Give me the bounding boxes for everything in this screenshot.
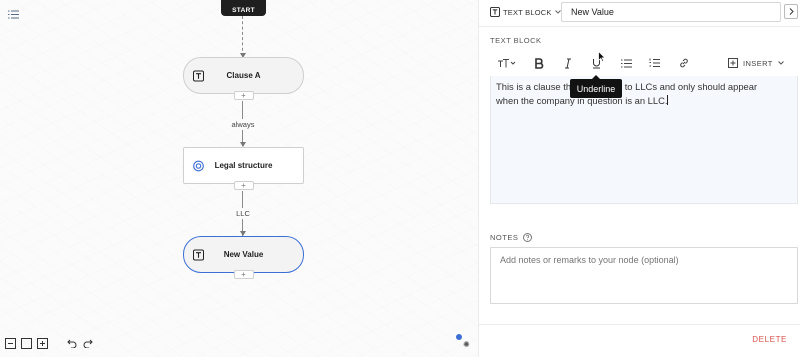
node-type-label: TEXT BLOCK [503,7,552,17]
theme-toggle-icon[interactable]: ✺ [463,340,470,349]
rich-text-toolbar: INSERT [490,51,792,75]
add-child-button[interactable]: + [233,270,254,279]
zoom-in-button[interactable] [36,337,48,349]
bold-icon [535,57,544,69]
redo-button[interactable] [82,337,94,349]
zoom-out-button[interactable] [4,337,16,349]
list-icon [7,10,19,18]
insert-dropdown[interactable]: INSERT [728,55,784,71]
tooltip-text: Underline [576,83,616,94]
underline-tooltip: Underline [570,75,622,98]
node-type-dropdown[interactable]: TEXT BLOCK [490,5,561,19]
add-child-button[interactable]: + [233,181,254,190]
chevron-down-icon [777,61,784,65]
chevron-down-icon [554,10,561,14]
target-icon [193,160,204,171]
mouse-cursor-icon [598,51,606,62]
edge-label[interactable]: always [229,119,257,130]
node-editor-panel: TEXT BLOCK TEXT BLOCK [478,0,800,357]
status-dot [456,334,462,340]
flow-canvas[interactable]: START Clause A + always Legal structure … [0,0,478,357]
text-block-icon [490,7,500,17]
undo-icon [67,339,77,348]
fit-view-icon [20,337,32,349]
text-block-editor[interactable]: This is a clause that is specific to LLC… [490,76,798,204]
divider [479,26,800,27]
zoom-out-icon [4,337,16,349]
undo-button[interactable] [66,337,78,349]
numbered-list-icon [649,58,660,67]
divider [479,324,800,325]
italic-icon [565,58,571,68]
section-label: TEXT BLOCK [490,36,542,45]
delete-node-button[interactable]: DELETE [752,335,787,344]
help-icon[interactable] [523,233,533,242]
start-node[interactable]: START [221,0,266,16]
notes-textarea[interactable] [490,247,798,304]
text-size-icon [498,58,516,67]
collapse-panel-button[interactable] [784,4,798,19]
outline-list-button[interactable] [4,5,22,23]
link-button[interactable] [676,55,692,71]
flow-node-legal-structure[interactable]: Legal structure + [183,147,304,190]
flow-node-new-value[interactable]: New Value + [183,236,304,279]
add-child-button[interactable]: + [233,91,254,100]
zoom-in-icon [36,337,48,349]
link-icon [680,58,688,68]
insert-plus-icon [728,58,738,68]
italic-button[interactable] [560,55,576,71]
panel-header: TEXT BLOCK [479,0,800,25]
redo-icon [83,339,93,348]
insert-label: INSERT [743,58,773,68]
numbered-list-button[interactable] [646,55,662,71]
fit-view-button[interactable] [20,337,32,349]
bullet-list-button[interactable] [618,55,634,71]
node-title-input[interactable] [561,2,781,22]
connector-start [242,16,243,56]
editor-line: This is a clause that is specific to LLC… [496,81,758,92]
text-size-dropdown[interactable] [495,55,519,71]
text-block-icon [193,70,204,81]
editor-line-wrap: when the company in question is an LLC. [496,94,792,108]
notes-label: NOTES [490,233,519,242]
text-block-icon [193,249,204,260]
flow-node-clause-a[interactable]: Clause A + [183,57,304,100]
start-node-label: START [232,7,255,14]
bold-button[interactable] [531,55,547,71]
notes-header: NOTES [490,233,533,242]
chevron-right-icon [789,8,794,15]
text-caret [667,95,669,105]
bullet-list-icon [620,59,632,67]
canvas-controls [4,336,94,350]
edge-label[interactable]: LLC [234,208,252,219]
